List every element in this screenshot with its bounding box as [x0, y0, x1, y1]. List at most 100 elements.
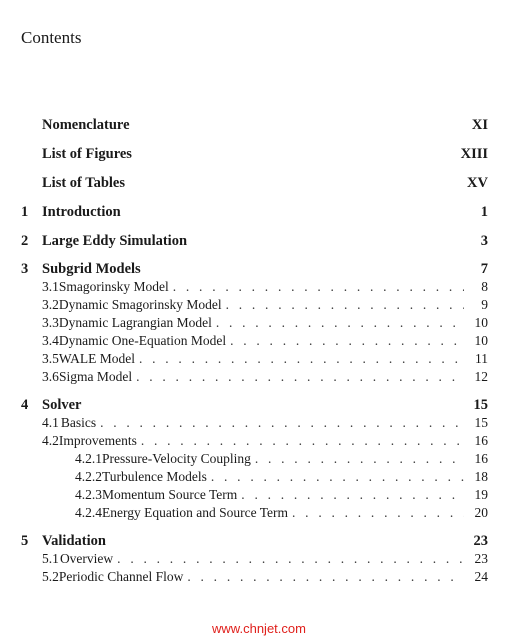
toc-entry[interactable]: 4.2.3Momentum Source Term 19	[21, 487, 488, 505]
toc-entry-number: 1	[21, 204, 29, 220]
toc-entry-page[interactable]: 19	[470, 487, 489, 503]
toc-entry-page[interactable]: 23	[470, 551, 489, 567]
toc-entry-title[interactable]: Periodic Channel Flow	[59, 569, 184, 585]
toc-entry-page[interactable]: 16	[470, 451, 489, 467]
toc-entry-title[interactable]: Smagorinsky Model	[59, 279, 169, 295]
toc-entry-page[interactable]: 15	[470, 415, 489, 431]
dot-leader	[292, 505, 464, 521]
toc-entry[interactable]: List of Tables XV	[21, 175, 488, 193]
toc-entry-page[interactable]: XV	[467, 175, 488, 192]
toc-entry[interactable]: List of Figures XIII	[21, 146, 488, 164]
toc-entry-title[interactable]: Pressure-Velocity Coupling	[102, 451, 251, 467]
dot-leader	[230, 333, 464, 349]
toc-entry-number: 4	[21, 397, 29, 413]
toc-entry-page[interactable]: 24	[470, 569, 489, 585]
toc-entry-page[interactable]: 11	[470, 351, 488, 367]
toc-entry[interactable]: Nomenclature XI	[21, 117, 488, 135]
toc-entry-page[interactable]: XI	[470, 117, 488, 134]
dot-leader	[211, 469, 464, 485]
toc-entry-page[interactable]: 16	[470, 433, 489, 449]
toc-entry[interactable]: 5.2Periodic Channel Flow 24	[21, 569, 488, 587]
toc-entry-number: 4.1	[42, 415, 59, 430]
toc-entry-title[interactable]: Large Eddy Simulation	[42, 233, 470, 250]
toc-entry-page[interactable]: 7	[470, 261, 488, 278]
dot-leader	[139, 351, 464, 367]
toc-entry[interactable]: 3.2Dynamic Smagorinsky Model 9	[21, 297, 488, 315]
toc-entry-title[interactable]: Subgrid Models	[42, 261, 470, 278]
dot-leader	[173, 279, 464, 295]
toc-entry[interactable]: 4.2.2Turbulence Models 18	[21, 469, 488, 487]
toc-entry[interactable]: 1 Introduction 1	[21, 204, 488, 222]
toc-entry[interactable]: 5 Validation 23	[21, 533, 488, 551]
dot-leader	[136, 369, 464, 385]
toc-entry-number: 4.2.2	[75, 469, 102, 484]
toc-entry-number: 3	[21, 261, 29, 277]
toc-entry-title[interactable]: Dynamic Lagrangian Model	[59, 315, 212, 331]
dot-leader	[226, 297, 464, 313]
toc-entry-page[interactable]: XIII	[461, 146, 488, 163]
toc-entry-title[interactable]: Dynamic One-Equation Model	[59, 333, 226, 349]
toc-entry-title[interactable]: Sigma Model	[59, 369, 132, 385]
toc-entry-title[interactable]: Overview	[60, 551, 113, 567]
dot-leader	[187, 569, 464, 585]
toc-entry-title[interactable]: Introduction	[42, 204, 470, 221]
toc-entry[interactable]: 3 Subgrid Models 7	[21, 261, 488, 279]
dot-leader	[141, 433, 464, 449]
toc-entry-title[interactable]: Improvements	[59, 433, 137, 449]
toc-entry[interactable]: 3.5WALE Model 11	[21, 351, 488, 369]
dot-leader	[100, 415, 464, 431]
toc-entry[interactable]: 3.1Smagorinsky Model 8	[21, 279, 488, 297]
toc-entry-number: 4.2.3	[75, 487, 102, 502]
toc-entry-title[interactable]: List of Tables	[42, 175, 467, 192]
toc-entry-number: 5.1	[42, 551, 59, 566]
toc-entry-number: 4.2.4	[75, 505, 102, 520]
toc-entry-page[interactable]: 8	[470, 279, 488, 295]
toc-entry[interactable]: 4.1Basics 15	[21, 415, 488, 433]
toc-entry-page[interactable]: 10	[470, 315, 489, 331]
toc-entry-number: 4.2.1	[75, 451, 102, 466]
toc-entry-number: 2	[21, 233, 29, 249]
toc-entry[interactable]: 4 Solver 15	[21, 397, 488, 415]
toc-entry[interactable]: 3.4Dynamic One-Equation Model 10	[21, 333, 488, 351]
toc-entry[interactable]: 3.3Dynamic Lagrangian Model 10	[21, 315, 488, 333]
toc-entry-title[interactable]: WALE Model	[59, 351, 135, 367]
toc-entry-number: 5	[21, 533, 29, 549]
dot-leader	[255, 451, 464, 467]
toc-entry[interactable]: 3.6Sigma Model 12	[21, 369, 488, 387]
toc-entry-title[interactable]: Validation	[42, 533, 470, 550]
toc-entry-page[interactable]: 18	[470, 469, 489, 485]
dot-leader	[241, 487, 464, 503]
toc-entry[interactable]: 4.2.4Energy Equation and Source Term 20	[21, 505, 488, 523]
toc-entry-number: 3.4	[42, 333, 59, 348]
toc-entry-title[interactable]: Turbulence Models	[102, 469, 207, 485]
dot-leader	[117, 551, 464, 567]
toc-entry-page[interactable]: 12	[470, 369, 489, 385]
watermark: www.chnjet.com	[212, 621, 306, 636]
dot-leader	[216, 315, 464, 331]
toc-entry-title[interactable]: Nomenclature	[42, 117, 470, 134]
toc-entry-title[interactable]: Energy Equation and Source Term	[102, 505, 288, 521]
toc-entry[interactable]: 4.2.1Pressure-Velocity Coupling 16	[21, 451, 488, 469]
toc-entry-title[interactable]: Dynamic Smagorinsky Model	[59, 297, 222, 313]
toc-entry-page[interactable]: 1	[470, 204, 488, 221]
toc-entry-title[interactable]: List of Figures	[42, 146, 461, 163]
toc-entry-page[interactable]: 10	[470, 333, 489, 349]
toc-entry[interactable]: 4.2Improvements 16	[21, 433, 488, 451]
toc-entry[interactable]: 2 Large Eddy Simulation 3	[21, 233, 488, 251]
toc-entry-title[interactable]: Momentum Source Term	[102, 487, 237, 503]
toc-entry-number: 3.1	[42, 279, 59, 294]
toc-entry-number: 5.2	[42, 569, 59, 584]
toc-entry-page[interactable]: 9	[470, 297, 488, 313]
toc-entry-page[interactable]: 20	[470, 505, 489, 521]
toc-entry-page[interactable]: 15	[470, 397, 489, 414]
toc-entry-number: 3.2	[42, 297, 59, 312]
toc-entry-number: 4.2	[42, 433, 59, 448]
toc-entry-page[interactable]: 23	[470, 533, 489, 550]
toc-entry[interactable]: 5.1Overview 23	[21, 551, 488, 569]
toc-entry-title[interactable]: Solver	[42, 397, 470, 414]
toc-entry-number: 3.5	[42, 351, 59, 366]
toc-entry-number: 3.3	[42, 315, 59, 330]
toc-entry-page[interactable]: 3	[470, 233, 488, 250]
toc-entry-title[interactable]: Basics	[61, 415, 96, 431]
toc-entry-number: 3.6	[42, 369, 59, 384]
